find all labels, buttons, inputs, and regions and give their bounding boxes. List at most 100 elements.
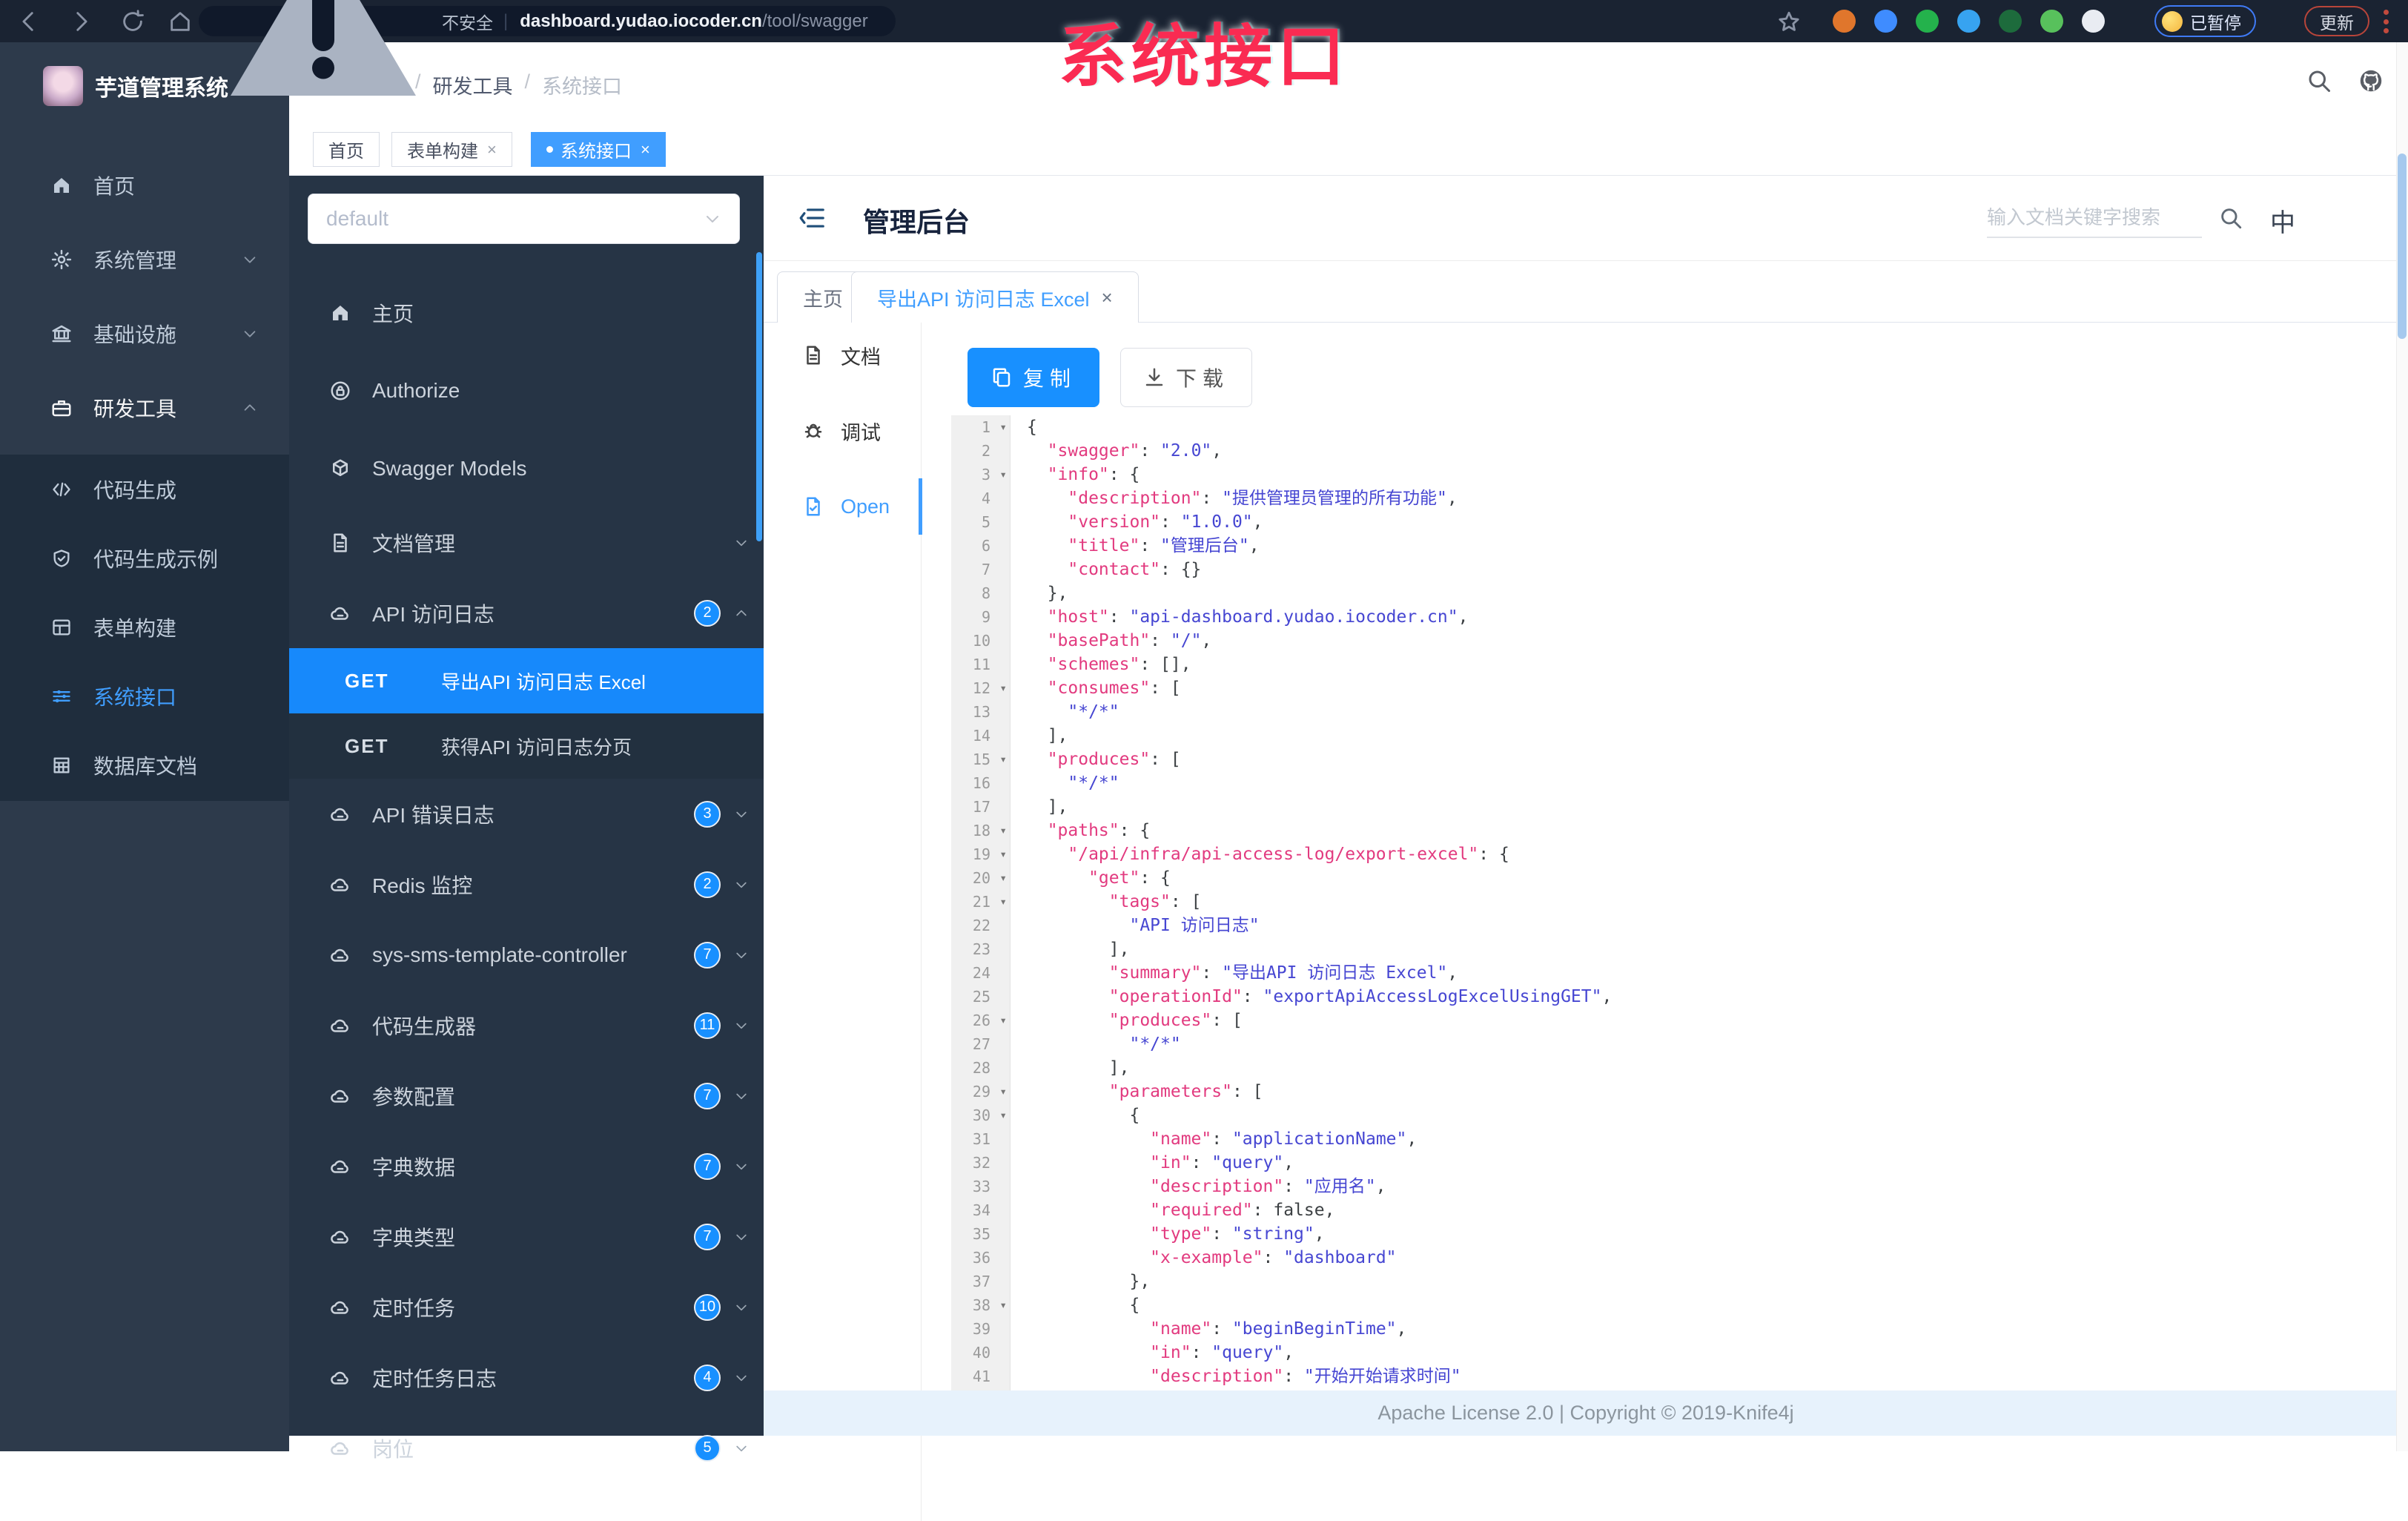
line-number: 25 [972, 988, 990, 1006]
swagger-menu-item[interactable]: Redis 监控 2 [289, 849, 764, 920]
browser-forward-icon[interactable] [68, 9, 93, 34]
swagger-menu-item[interactable]: 主页 [289, 274, 764, 352]
browser-back-icon[interactable] [16, 9, 42, 34]
paused-extension-pill[interactable]: 已暂停 [2154, 5, 2256, 37]
footer: Apache License 2.0 | Copyright © 2019-Kn… [764, 1390, 2408, 1436]
swagger-endpoint-item[interactable]: GET 获得API 访问日志分页 [289, 713, 764, 779]
sidebar-subitem[interactable]: 系统接口 [0, 661, 289, 730]
copy-button[interactable]: 复制 [968, 348, 1100, 407]
extension-green-check-icon[interactable] [1916, 10, 1939, 33]
sidebar-subitem[interactable]: 表单构建 [0, 593, 289, 661]
page-scrollbar[interactable] [2396, 42, 2408, 1451]
swagger-menu-item[interactable]: 岗位 5 [289, 1413, 764, 1483]
swagger-menu-item[interactable]: Authorize [289, 352, 764, 429]
browser-home-icon[interactable] [168, 9, 193, 34]
swagger-menu-item[interactable]: sys-sms-template-controller 7 [289, 920, 764, 990]
browser-reload-icon[interactable] [120, 9, 145, 34]
swagger-menu-item[interactable]: 字典数据 7 [289, 1131, 764, 1201]
sidebar-subitem-label: 数据库文档 [93, 754, 198, 778]
page-scrollbar-thumb[interactable] [2398, 154, 2407, 339]
doc-mode-sidebar: 文档调试 Open [764, 323, 922, 1521]
download-button[interactable]: 下载 [1120, 348, 1253, 407]
swagger-menu-item[interactable]: Swagger Models [289, 429, 764, 507]
code-line: "API 访问日志" [1027, 916, 1260, 935]
address-divider: | [503, 10, 509, 31]
breadcrumb-item[interactable]: 研发工具 [433, 70, 513, 99]
fold-arrow-icon[interactable]: ▾ [999, 1293, 1007, 1317]
content-tab-label: 导出API 访问日志 Excel [877, 288, 1090, 311]
content-tab[interactable]: 导出API 访问日志 Excel × [851, 271, 1139, 323]
swagger-menu-item[interactable]: 定时任务 10 [289, 1272, 764, 1342]
tag-tab[interactable]: 表单构建 × [391, 132, 512, 167]
swagger-menu-item[interactable]: 文档管理 [289, 507, 764, 578]
doc-mode-tab-文档[interactable]: 文档 [764, 330, 922, 380]
line-number: 13 [972, 703, 990, 721]
download-icon [1143, 366, 1165, 389]
extension-skyblue-icon[interactable] [1957, 10, 1980, 33]
sidebar-item-4[interactable]: 研发工具 [0, 371, 289, 445]
doc-search-input[interactable] [1987, 198, 2202, 238]
sidebar-subitem[interactable]: 数据库文档 [0, 730, 289, 799]
sidebar-subitem[interactable]: 代码生成示例 [0, 524, 289, 593]
home-icon [50, 174, 73, 197]
fold-arrow-icon[interactable]: ▾ [999, 463, 1007, 486]
search-icon[interactable] [2306, 67, 2332, 94]
fold-arrow-icon[interactable]: ▾ [999, 1080, 1007, 1103]
app-title: 芋道管理系统 [95, 76, 228, 101]
swagger-endpoint-selected[interactable]: GET 导出API 访问日志 Excel [289, 648, 764, 713]
swagger-menu-item[interactable]: API 访问日志 2 [289, 578, 764, 648]
swagger-menu-item[interactable]: API 错误日志 3 [289, 779, 764, 849]
swagger-menu-item[interactable]: 字典类型 7 [289, 1201, 764, 1272]
code-line: "x-example": "dashboard" [1027, 1248, 1397, 1267]
fold-arrow-icon[interactable]: ▾ [999, 748, 1007, 771]
tag-tab[interactable]: 首页 [313, 132, 380, 167]
cloud-api-icon [329, 1085, 351, 1107]
sidebar-item-2[interactable]: 系统管理 [0, 222, 289, 297]
fold-arrow-icon[interactable]: ▾ [999, 842, 1007, 866]
line-number: 23 [972, 940, 990, 958]
fold-arrow-icon[interactable]: ▾ [999, 890, 1007, 914]
count-badge: 11 [694, 1012, 721, 1039]
fold-arrow-icon[interactable]: ▾ [999, 866, 1007, 890]
fold-arrow-icon[interactable]: ▾ [999, 676, 1007, 700]
doc-mode-tab-open[interactable]: Open [764, 478, 922, 535]
sidebar-item-1[interactable]: 首页 [0, 148, 289, 222]
doc-mode-tab-调试[interactable]: 调试 [764, 406, 922, 456]
copy-icon [990, 366, 1013, 389]
swagger-menu-item[interactable]: 定时任务日志 4 [289, 1342, 764, 1413]
extension-gm-icon[interactable] [1999, 10, 2022, 33]
swagger-sidebar-scrollbar[interactable] [756, 252, 762, 541]
code-line: "parameters": [ [1027, 1082, 1263, 1101]
swagger-menu-item[interactable]: 代码生成器 11 [289, 990, 764, 1060]
collapse-menu-icon[interactable] [798, 204, 827, 232]
close-icon[interactable]: × [641, 140, 650, 159]
fold-arrow-icon[interactable]: ▾ [999, 1009, 1007, 1032]
json-editor[interactable]: 1 ▾ 2 3 ▾ 4 5 6 7 8 9 10 11 12 ▾ 13 14 15 ▾ 16 17 18 ▾ 19 ▾ 20 ▾ 21… [951, 415, 2396, 1390]
swagger-menu-item[interactable]: 参数配置 7 [289, 1060, 764, 1131]
tag-tab[interactable]: 系统接口 × [531, 132, 666, 167]
count-badge: 2 [694, 599, 721, 627]
doc-search-icon[interactable] [2218, 205, 2243, 231]
swagger-item-label: sys-sms-template-controller [372, 943, 627, 966]
fold-arrow-icon[interactable]: ▾ [999, 819, 1007, 842]
extension-orange-icon[interactable] [1833, 10, 1856, 33]
content-header: 管理后台 中 [764, 176, 2408, 261]
code-line: }, [1027, 1272, 1151, 1291]
fold-arrow-icon[interactable]: ▾ [999, 1103, 1007, 1127]
code-line: "get": { [1027, 868, 1171, 888]
fold-arrow-icon[interactable]: ▾ [999, 415, 1007, 439]
update-button[interactable]: 更新 [2304, 6, 2369, 36]
sidebar-item-3[interactable]: 基础设施 [0, 297, 289, 371]
browser-menu-icon[interactable] [2384, 10, 2389, 33]
close-icon[interactable]: × [1102, 286, 1113, 309]
extension-white-icon[interactable] [2082, 10, 2105, 33]
address-bar[interactable]: 不安全 | dashboard.yudao.iocoder.cn/tool/sw… [199, 0, 896, 96]
github-icon[interactable] [2358, 67, 2384, 94]
extension-blue-drop-icon[interactable] [1874, 10, 1897, 33]
bookmark-star-icon[interactable] [1776, 10, 1802, 35]
sidebar-subitem[interactable]: 代码生成 [0, 455, 289, 524]
language-switch-icon[interactable]: 中 [2270, 202, 2295, 239]
extension-green-icon[interactable] [2040, 10, 2063, 33]
api-group-select[interactable]: default [308, 194, 740, 244]
close-icon[interactable]: × [487, 140, 497, 159]
